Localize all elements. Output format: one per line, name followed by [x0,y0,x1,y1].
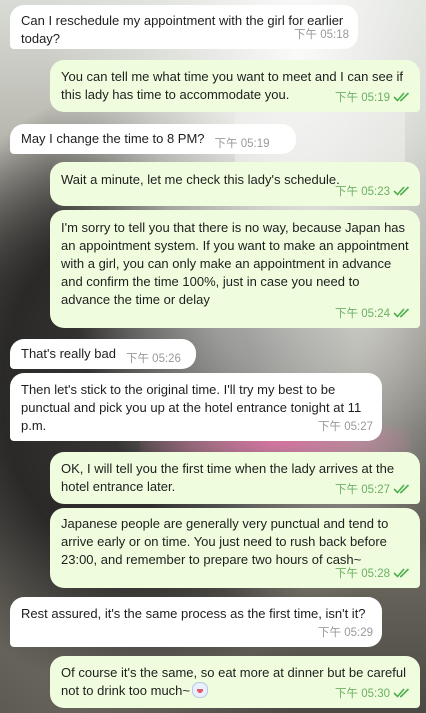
message-time: 下午 05:19 [214,138,270,150]
message-bubble-outgoing[interactable]: Wait a minute, let me check this lady's … [50,162,420,206]
message-text: Japanese people are generally very punct… [61,516,389,567]
message-text: May I change the time to 8 PM? [21,131,205,146]
message-time: 下午 05:24 [335,308,390,320]
message-time: 下午 05:27 [335,484,390,496]
message-text: I'm sorry to tell you that there is no w… [61,220,409,307]
message-bubble-outgoing[interactable]: Japanese people are generally very punct… [50,508,420,588]
message-meta: 下午 05:24 [335,305,411,323]
message-bubble-outgoing[interactable]: You can tell me what time you want to me… [50,60,420,112]
cold-sweat-emoji-icon [192,682,208,698]
message-bubble-incoming[interactable]: May I change the time to 8 PM? 下午 05:19 [10,124,296,154]
message-meta: 下午 05:30 [335,685,411,703]
message-time: 下午 05:18 [294,29,349,41]
double-check-icon [393,688,410,698]
double-check-icon [393,186,410,196]
double-check-icon [393,308,410,318]
message-meta: 下午 05:28 [335,565,411,583]
message-meta: 下午 05:27 [335,481,411,499]
message-bubble-outgoing[interactable]: Of course it's the same, so eat more at … [50,656,420,708]
message-time: 下午 05:26 [125,353,181,365]
message-text: That's really bad [21,346,116,361]
message-time: 下午 05:29 [318,627,373,639]
double-check-icon [393,568,410,578]
message-bubble-incoming[interactable]: Then let's stick to the original time. I… [10,373,382,441]
double-check-icon [393,484,410,494]
message-bubble-incoming[interactable]: Rest assured, it's the same process as t… [10,597,382,647]
double-check-icon [393,92,410,102]
message-time: 下午 05:30 [335,688,390,700]
message-time: 下午 05:28 [335,568,390,580]
message-bubble-incoming[interactable]: Can I reschedule my appointment with the… [10,5,358,49]
message-bubble-incoming[interactable]: That's really bad 下午 05:26 [10,339,196,369]
message-time: 下午 05:27 [318,421,373,433]
message-text: Rest assured, it's the same process as t… [21,606,366,621]
message-bubble-outgoing[interactable]: I'm sorry to tell you that there is no w… [50,210,420,328]
message-time: 下午 05:19 [335,92,390,104]
message-bubble-outgoing[interactable]: OK, I will tell you the first time when … [50,452,420,504]
message-time: 下午 05:23 [335,186,390,198]
message-meta: 下午 05:23 [335,183,411,201]
message-meta: 下午 05:19 [335,89,411,107]
